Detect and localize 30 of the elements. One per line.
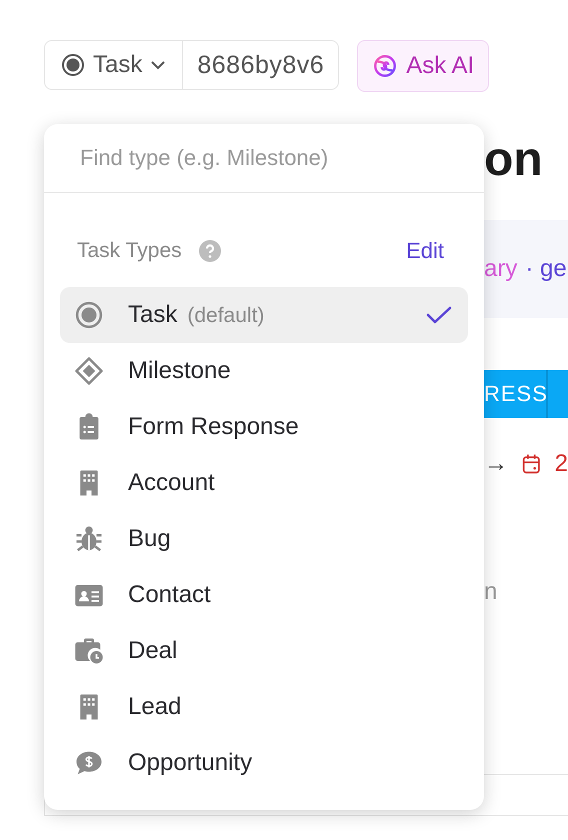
tag-text: ary — [484, 255, 518, 283]
task-type-item[interactable]: Form Response — [60, 399, 468, 455]
section-title: Task Types — [77, 239, 182, 263]
task-type-item[interactable]: Account — [60, 455, 468, 511]
task-type-item[interactable]: Task (default) — [60, 287, 468, 343]
tag-text: · ge — [525, 255, 567, 283]
task-type-item[interactable]: Milestone — [60, 343, 468, 399]
task-type-item[interactable]: Opportunity — [60, 735, 468, 791]
task-id: 8686by8v6 — [196, 50, 326, 80]
chevron-down-icon — [150, 60, 166, 70]
edit-link[interactable]: Edit — [406, 238, 444, 264]
task-type-item[interactable]: Lead — [60, 679, 468, 735]
task-type-item[interactable]: Bug — [60, 511, 468, 567]
task-type-button[interactable]: Task — [45, 41, 184, 89]
radio-circle-icon — [74, 300, 104, 330]
arrow-text: → — [484, 450, 508, 478]
task-type-item[interactable]: Contact — [60, 567, 468, 623]
ask-ai-button[interactable]: Ask AI — [357, 40, 490, 92]
search-field[interactable]: Find type (e.g. Milestone) — [44, 124, 484, 193]
calendar-icon — [522, 452, 541, 476]
task-type-item[interactable]: Deal — [60, 623, 468, 679]
due-date[interactable]: 2 — [554, 450, 568, 478]
help-icon[interactable] — [198, 239, 222, 263]
check-icon — [426, 305, 452, 325]
diamond-icon — [74, 356, 104, 386]
radio-circle-icon — [61, 53, 85, 77]
briefcase-clock-icon — [74, 636, 104, 666]
bug-icon — [74, 524, 104, 554]
field-text: n — [484, 578, 498, 606]
task-title: on — [484, 132, 544, 188]
